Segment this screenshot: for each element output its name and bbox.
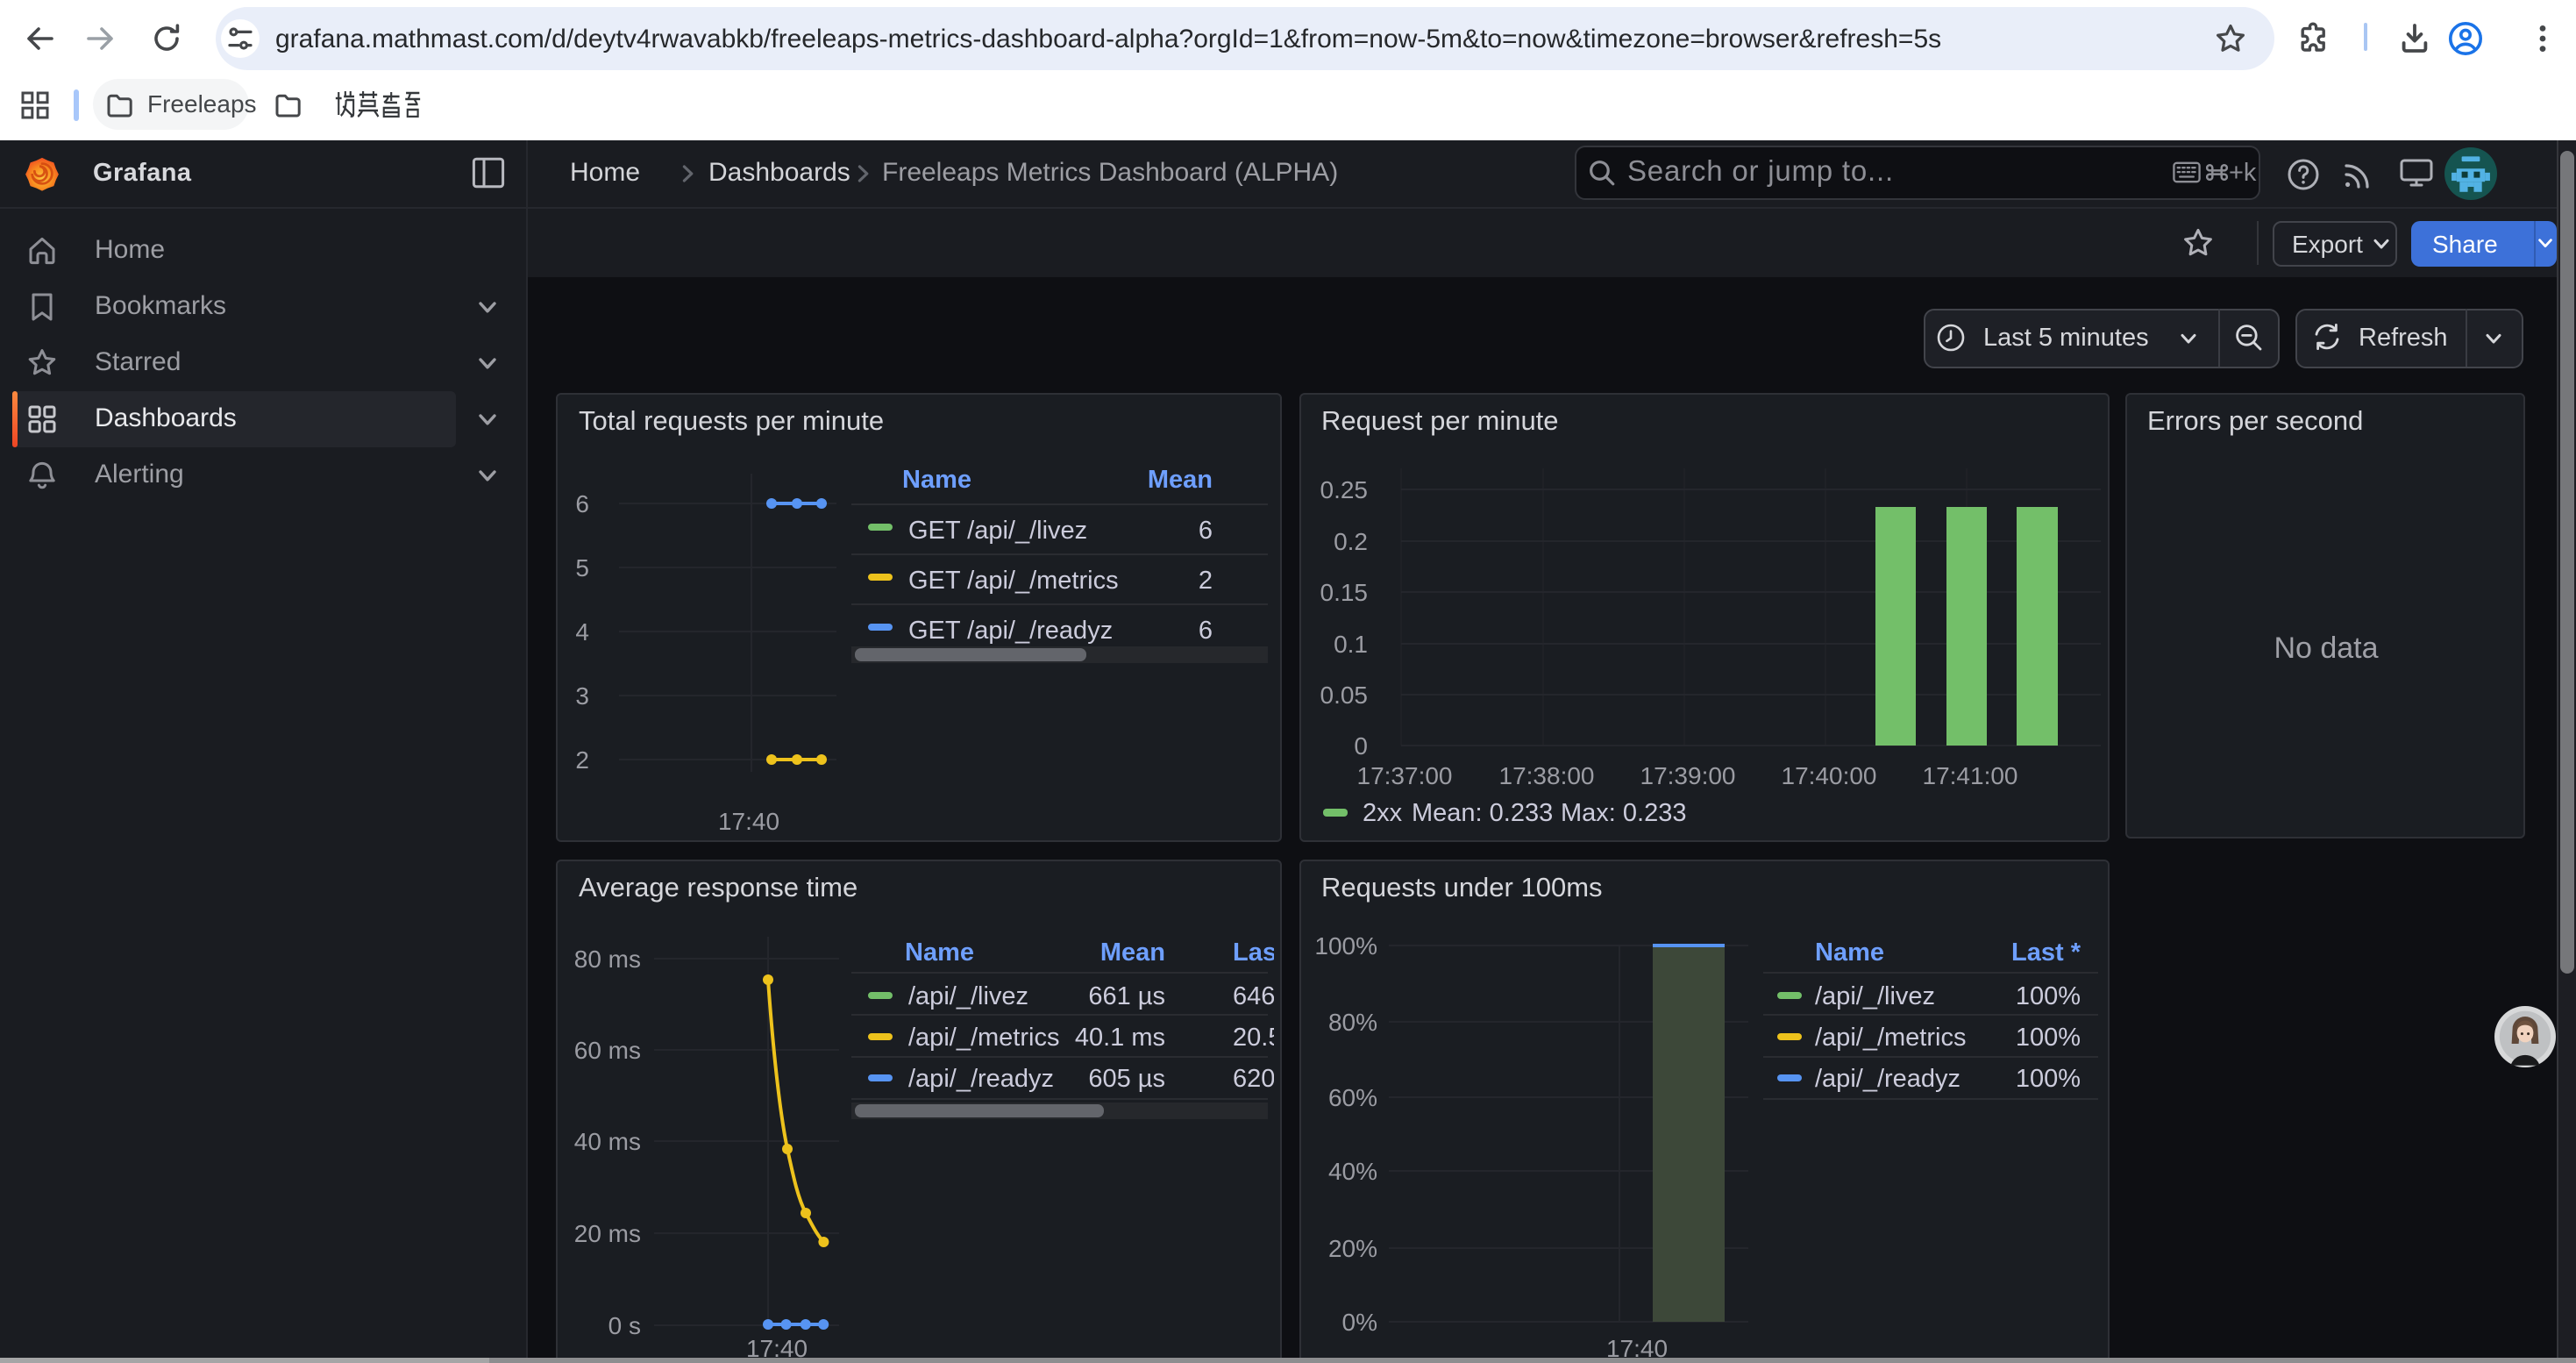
svg-text:40%: 40%	[1327, 1157, 1377, 1184]
svg-text:5: 5	[575, 553, 589, 581]
svg-text:17:40:00: 17:40:00	[1781, 761, 1876, 789]
svg-text:0.15: 0.15	[1320, 578, 1368, 605]
svg-text:3: 3	[575, 682, 589, 709]
svg-text:/api/_/readyz: /api/_/readyz	[908, 1064, 1054, 1092]
svg-text:0.25: 0.25	[1320, 475, 1368, 503]
svg-text:60%: 60%	[1327, 1083, 1377, 1110]
svg-text:0 s: 0 s	[608, 1311, 641, 1338]
svg-text:GET /api/_/readyz: GET /api/_/readyz	[908, 616, 1113, 644]
svg-text:Mean: Mean	[1100, 938, 1165, 966]
svg-text:80%: 80%	[1327, 1008, 1377, 1035]
svg-text:/api/_/readyz: /api/_/readyz	[1814, 1064, 1960, 1092]
svg-text:GET /api/_/metrics: GET /api/_/metrics	[908, 566, 1119, 594]
svg-text:0: 0	[1353, 731, 1367, 759]
svg-text:17:38:00: 17:38:00	[1498, 761, 1594, 789]
svg-text:Name: Name	[905, 938, 974, 966]
svg-text:2: 2	[1199, 566, 1213, 594]
svg-text:/api/_/metrics: /api/_/metrics	[908, 1023, 1059, 1051]
svg-text:100%: 100%	[2015, 1023, 2080, 1051]
svg-text:100%: 100%	[1313, 931, 1377, 959]
svg-text:0.05: 0.05	[1320, 681, 1368, 708]
svg-text:605 µs: 605 µs	[1088, 1064, 1165, 1092]
svg-text:100%: 100%	[2015, 981, 2080, 1010]
svg-text:20.5 m: 20.5 m	[1233, 1023, 1280, 1051]
svg-text:40 ms: 40 ms	[574, 1127, 641, 1154]
svg-text:6: 6	[575, 489, 589, 517]
svg-text:0.2: 0.2	[1333, 527, 1367, 554]
svg-text:4: 4	[575, 617, 589, 645]
svg-text:2xx: 2xx	[1362, 798, 1402, 826]
svg-text:6: 6	[1199, 516, 1213, 544]
svg-text:620: 620	[1233, 1064, 1275, 1092]
svg-text:/api/_/livez: /api/_/livez	[908, 981, 1028, 1010]
svg-text:100%: 100%	[2015, 1064, 2080, 1092]
svg-text:80 ms: 80 ms	[574, 945, 641, 972]
svg-text:2: 2	[575, 746, 589, 773]
svg-text:0%: 0%	[1341, 1308, 1377, 1335]
svg-text:17:39:00: 17:39:00	[1640, 761, 1735, 789]
svg-text:20 ms: 20 ms	[574, 1219, 641, 1246]
svg-text:GET /api/_/livez: GET /api/_/livez	[908, 516, 1087, 544]
svg-text:Max: 0.233: Max: 0.233	[1560, 798, 1685, 826]
svg-text:646: 646	[1233, 981, 1275, 1010]
svg-text:Last *: Last *	[2010, 938, 2081, 966]
svg-text:20%: 20%	[1327, 1234, 1377, 1261]
svg-text:0.1: 0.1	[1333, 630, 1367, 657]
svg-text:60 ms: 60 ms	[574, 1036, 641, 1063]
svg-text:Name: Name	[1814, 938, 1883, 966]
svg-text:Mean: 0.233: Mean: 0.233	[1411, 798, 1552, 826]
svg-text:40.1 ms: 40.1 ms	[1075, 1023, 1165, 1051]
svg-text:17:37:00: 17:37:00	[1356, 761, 1452, 789]
svg-text:Last *: Last *	[1233, 938, 1280, 966]
svg-text:17:40: 17:40	[718, 807, 779, 834]
svg-text:17:41:00: 17:41:00	[1922, 761, 2017, 789]
svg-text:/api/_/metrics: /api/_/metrics	[1814, 1023, 1965, 1051]
svg-text:Mean: Mean	[1148, 465, 1213, 493]
svg-text:/api/_/livez: /api/_/livez	[1814, 981, 1934, 1010]
svg-text:6: 6	[1199, 616, 1213, 644]
svg-text:661 µs: 661 µs	[1088, 981, 1165, 1010]
svg-text:Name: Name	[902, 465, 971, 493]
